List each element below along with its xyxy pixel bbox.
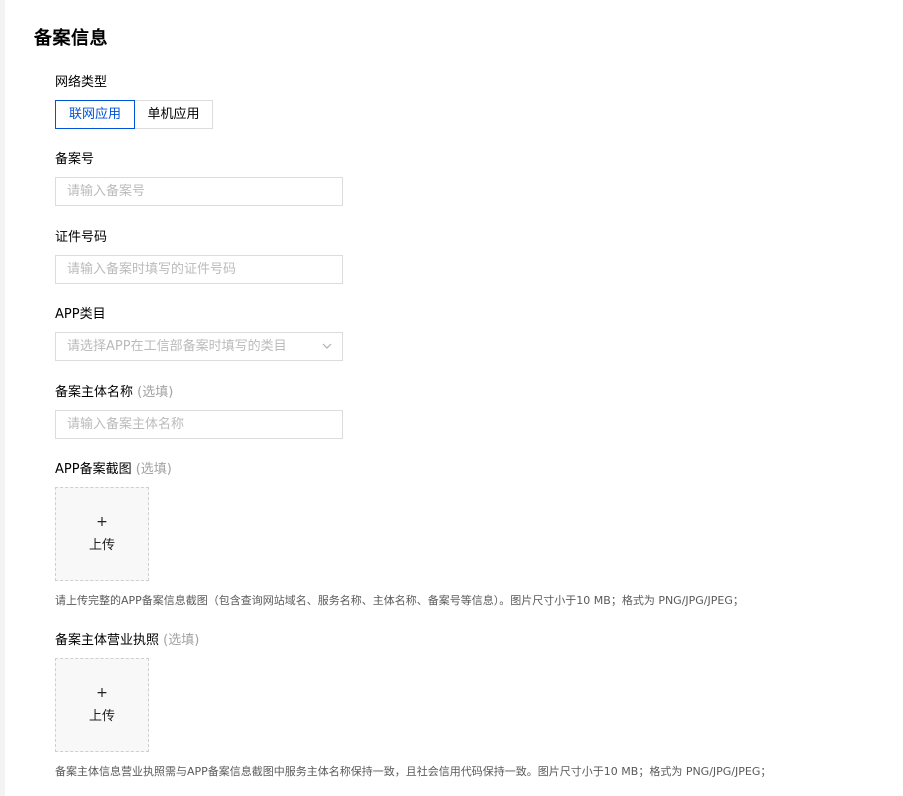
plus-icon: + xyxy=(96,514,108,530)
subject-name-label-text: 备案主体名称 xyxy=(55,385,134,400)
page-title: 备案信息 xyxy=(34,28,108,49)
certificate-number-input[interactable]: 请输入备案时填写的证件号码 xyxy=(55,255,343,284)
app-category-placeholder: 请选择APP在工信部备案时填写的类目 xyxy=(67,339,287,354)
record-number-input[interactable]: 请输入备案号 xyxy=(55,177,343,206)
app-screenshot-upload[interactable]: + 上传 xyxy=(55,487,149,581)
app-screenshot-upload-label: 上传 xyxy=(88,538,115,553)
network-type-online-button[interactable]: 联网应用 xyxy=(55,100,135,129)
network-type-offline-button[interactable]: 单机应用 xyxy=(134,100,213,129)
app-screenshot-hint: 请上传完整的APP备案信息截图（包含查询网站域名、服务名称、主体名称、备案号等信… xyxy=(55,594,744,607)
business-license-optional-tag: (选填) xyxy=(163,633,200,648)
network-type-label: 网络类型 xyxy=(55,75,108,90)
subject-name-label: 备案主体名称 (选填) xyxy=(55,384,173,402)
business-license-label: 备案主体营业执照 (选填) xyxy=(55,632,199,650)
business-license-upload[interactable]: + 上传 xyxy=(55,658,149,752)
business-license-upload-label: 上传 xyxy=(88,709,115,724)
app-screenshot-label: APP备案截图 (选填) xyxy=(55,461,172,479)
app-category-label: APP类目 xyxy=(55,307,106,322)
app-category-select[interactable]: 请选择APP在工信部备案时填写的类目 xyxy=(55,332,343,361)
business-license-label-text: 备案主体营业执照 xyxy=(55,633,160,648)
left-rail xyxy=(0,0,5,796)
plus-icon: + xyxy=(96,685,108,701)
certificate-number-label: 证件号码 xyxy=(55,230,108,245)
subject-name-input[interactable]: 请输入备案主体名称 xyxy=(55,410,343,439)
record-number-label: 备案号 xyxy=(55,152,95,167)
business-license-hint: 备案主体信息营业执照需与APP备案信息截图中服务主体名称保持一致，且社会信用代码… xyxy=(55,765,772,778)
network-type-segmented: 联网应用 单机应用 xyxy=(55,100,213,129)
chevron-down-icon xyxy=(322,343,332,349)
subject-name-optional-tag: (选填) xyxy=(137,385,174,400)
app-screenshot-optional-tag: (选填) xyxy=(135,462,172,477)
app-screenshot-label-text: APP备案截图 xyxy=(55,462,132,477)
